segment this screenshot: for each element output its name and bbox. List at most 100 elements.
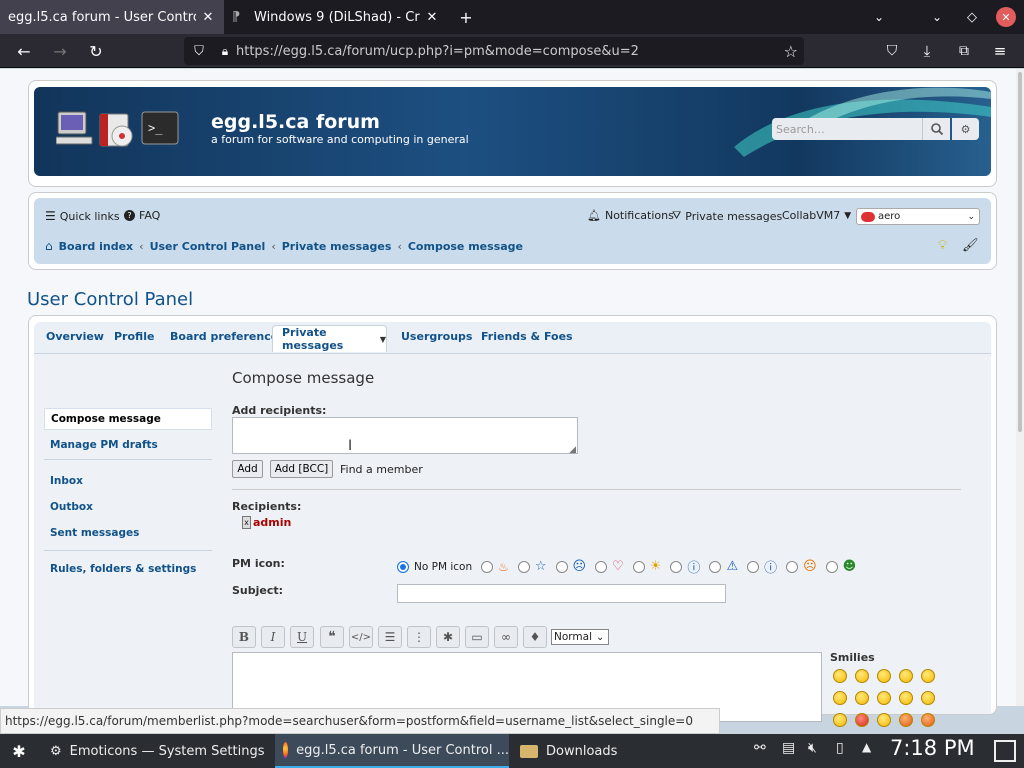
search-icon[interactable] bbox=[922, 118, 950, 140]
tab-board-preferences[interactable]: Board preferences bbox=[170, 330, 285, 343]
list-icon[interactable]: ☰ bbox=[378, 626, 402, 648]
radio-sad[interactable] bbox=[555, 560, 568, 573]
radio-info[interactable] bbox=[747, 560, 760, 573]
browser-tab[interactable]: ⁋ Windows 9 (DiLShad) - Crus ✕ bbox=[224, 0, 448, 34]
extensions-icon[interactable]: ⧉ bbox=[950, 37, 978, 65]
radio-fire[interactable] bbox=[481, 560, 494, 573]
remove-recipient-button[interactable]: x bbox=[242, 516, 251, 529]
radio-thumb[interactable] bbox=[825, 560, 838, 573]
smiley-icon[interactable] bbox=[899, 669, 913, 683]
smiley-icon[interactable] bbox=[833, 691, 847, 705]
radio-heart[interactable] bbox=[595, 560, 608, 573]
code-icon[interactable]: </> bbox=[349, 626, 373, 648]
breadcrumb-board-index[interactable]: Board index bbox=[59, 240, 134, 253]
smiley-icon[interactable] bbox=[833, 669, 847, 683]
sidebar-item-rules[interactable]: Rules, folders & settings bbox=[44, 558, 212, 580]
taskbar-item-settings[interactable]: ⚙ Emoticons — System Settings bbox=[42, 734, 272, 768]
radio-no-icon[interactable] bbox=[397, 560, 409, 573]
battery-icon[interactable]: ▯ bbox=[836, 740, 844, 756]
downloads-icon[interactable]: ⤓ bbox=[913, 37, 941, 65]
asterisk-icon[interactable]: ✱ bbox=[436, 626, 460, 648]
italic-button[interactable]: I bbox=[261, 626, 285, 648]
quick-links[interactable]: ☰ Quick links bbox=[45, 209, 120, 223]
subject-input[interactable] bbox=[397, 584, 726, 603]
smiley-icon[interactable] bbox=[855, 713, 869, 727]
site-logo[interactable]: >_ bbox=[55, 110, 182, 150]
bookmark-star-icon[interactable]: ☆ bbox=[784, 42, 798, 61]
url-text[interactable]: https://egg.l5.ca/forum/ucp.php?i=pm&mod… bbox=[236, 44, 639, 59]
forward-icon[interactable]: → bbox=[46, 37, 74, 65]
recipients-input[interactable]: ◢ bbox=[232, 417, 578, 455]
radio-star[interactable] bbox=[517, 560, 530, 573]
breadcrumb-compose[interactable]: Compose message bbox=[408, 240, 523, 253]
taskbar-item-firefox[interactable]: egg.l5.ca forum - User Control ... bbox=[275, 734, 509, 768]
style-select[interactable]: aero ⌄ bbox=[856, 208, 980, 225]
find-member-link[interactable]: Find a member bbox=[340, 463, 423, 476]
image-icon[interactable]: ▭ bbox=[465, 626, 489, 648]
app-launcher-icon[interactable]: ✱ bbox=[6, 738, 32, 764]
recipient-name[interactable]: admin bbox=[253, 516, 291, 529]
notifications-link[interactable]: 🔔︎ Notifications bbox=[587, 209, 674, 222]
smiley-icon[interactable] bbox=[877, 691, 891, 705]
tab-profile[interactable]: Profile bbox=[114, 330, 154, 343]
pocket-icon[interactable]: ⛉ bbox=[878, 37, 906, 65]
add-button[interactable]: Add bbox=[232, 460, 263, 478]
sidebar-item-outbox[interactable]: Outbox bbox=[44, 496, 212, 518]
smiley-icon[interactable] bbox=[877, 713, 891, 727]
clock[interactable]: 7:18 PM bbox=[890, 736, 975, 760]
faq-link[interactable]: ? FAQ bbox=[124, 209, 160, 222]
link-icon[interactable]: ∞ bbox=[494, 626, 518, 648]
smiley-icon[interactable] bbox=[855, 669, 869, 683]
tab-friends-foes[interactable]: Friends & Foes bbox=[481, 330, 573, 343]
lock-icon[interactable]: 🔒︎ bbox=[214, 44, 236, 59]
bold-button[interactable]: B bbox=[232, 626, 256, 648]
volume-icon[interactable]: 🔇︎ bbox=[808, 740, 817, 756]
network-icon[interactable]: ⚯ bbox=[754, 740, 766, 756]
font-size-select[interactable]: Normal ⌄ bbox=[551, 629, 609, 645]
smiley-icon[interactable] bbox=[899, 691, 913, 705]
list-tabs-icon[interactable]: ⌄ bbox=[865, 3, 893, 31]
close-tab-icon[interactable]: ✕ bbox=[424, 10, 440, 25]
close-window-icon[interactable]: ✕ bbox=[996, 7, 1016, 27]
color-drop-icon[interactable]: ♦ bbox=[523, 626, 547, 648]
browser-tab-active[interactable]: egg.l5.ca forum - User Control ✕ bbox=[0, 0, 224, 34]
back-icon[interactable]: ← bbox=[10, 37, 38, 65]
breadcrumb-ucp[interactable]: User Control Panel bbox=[150, 240, 266, 253]
tab-private-messages[interactable]: Private messages ▼ bbox=[272, 325, 387, 352]
lightbulb-icon[interactable]: 💡︎ bbox=[938, 238, 947, 253]
scrollbar-thumb[interactable] bbox=[1018, 72, 1022, 432]
sidebar-item-inbox[interactable]: Inbox bbox=[44, 470, 212, 492]
search-input[interactable]: Search… bbox=[772, 118, 922, 140]
menu-icon[interactable]: ≡ bbox=[986, 37, 1014, 65]
radio-frown[interactable] bbox=[786, 560, 799, 573]
smiley-icon[interactable] bbox=[921, 713, 935, 727]
clipboard-icon[interactable]: ▤ bbox=[782, 740, 795, 756]
reload-icon[interactable]: ↻ bbox=[82, 37, 110, 65]
smiley-icon[interactable] bbox=[921, 669, 935, 683]
breadcrumb-private-messages[interactable]: Private messages bbox=[282, 240, 392, 253]
show-desktop-icon[interactable] bbox=[994, 740, 1016, 762]
maximize-icon[interactable]: ◇ bbox=[958, 3, 986, 31]
taskbar-item-downloads[interactable]: Downloads bbox=[512, 734, 632, 768]
gear-icon[interactable]: ⚙ bbox=[952, 118, 979, 140]
numbered-list-icon[interactable]: ⋮ bbox=[407, 626, 431, 648]
tray-expand-icon[interactable]: ▲ bbox=[862, 740, 871, 754]
url-bar[interactable]: ⛉ 🔒︎ https://egg.l5.ca/forum/ucp.php?i=p… bbox=[184, 37, 804, 65]
shield-icon[interactable]: ⛉ bbox=[184, 44, 214, 59]
minimize-icon[interactable]: ⌄ bbox=[923, 3, 951, 31]
radio-question[interactable] bbox=[670, 560, 683, 573]
site-title[interactable]: egg.l5.ca forum bbox=[211, 111, 380, 133]
private-messages-link[interactable]: ⛛ Private messages bbox=[672, 209, 782, 223]
sidebar-item-compose[interactable]: Compose message bbox=[44, 408, 212, 430]
tab-overview[interactable]: Overview bbox=[46, 330, 104, 343]
smiley-icon[interactable] bbox=[855, 691, 869, 705]
smiley-icon[interactable] bbox=[833, 713, 847, 727]
quote-icon[interactable]: ❝ bbox=[320, 626, 344, 648]
smiley-icon[interactable] bbox=[877, 669, 891, 683]
radio-warning[interactable] bbox=[709, 560, 722, 573]
smiley-icon[interactable] bbox=[921, 691, 935, 705]
add-bcc-button[interactable]: Add [BCC] bbox=[270, 460, 333, 478]
user-menu[interactable]: CollabVM7 ▼ bbox=[782, 209, 851, 222]
tab-usergroups[interactable]: Usergroups bbox=[401, 330, 472, 343]
smiley-icon[interactable] bbox=[899, 713, 913, 727]
